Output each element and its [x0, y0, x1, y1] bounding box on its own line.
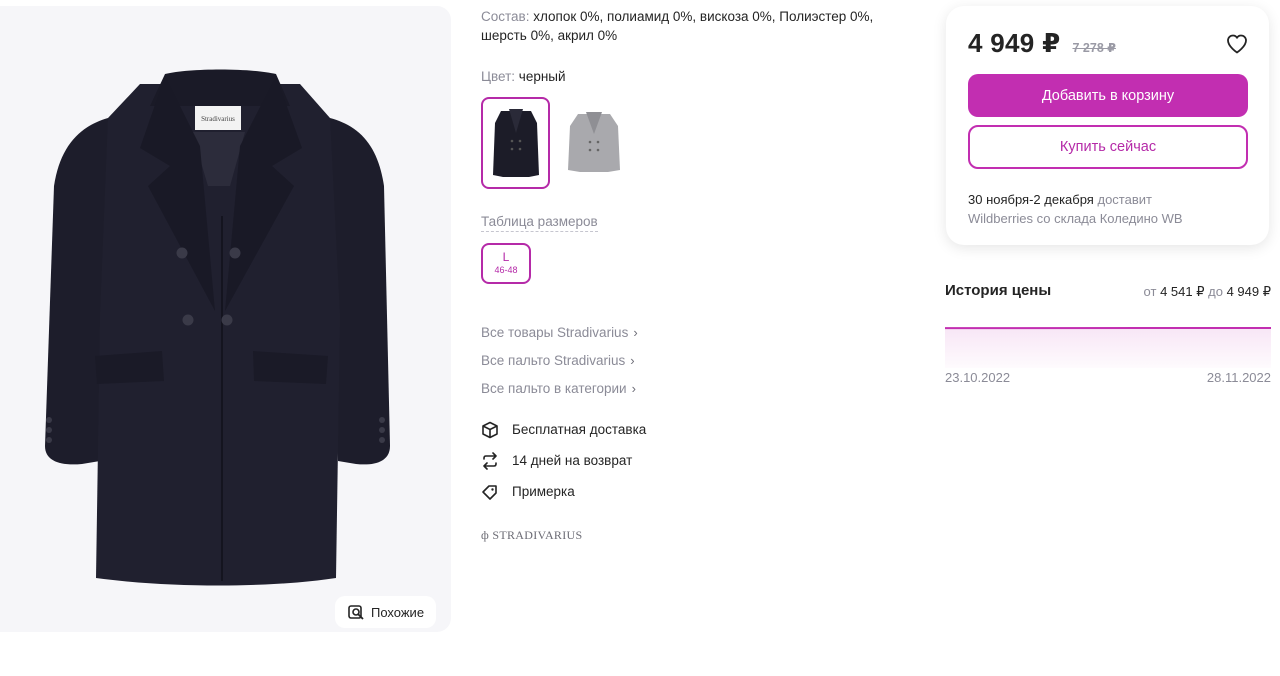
price-row: 4 949 ₽ 7 278 ₽ [968, 28, 1116, 59]
grey-coat-thumbnail [567, 112, 620, 172]
tag-icon [482, 484, 497, 500]
size-label: L [502, 250, 510, 264]
brand-mark-icon: ф [481, 528, 490, 542]
composition-value: хлопок 0%, полиамид 0%, вискоза 0%, Поли… [481, 9, 874, 43]
composition-label: Состав: [481, 9, 530, 24]
box-icon [482, 421, 498, 438]
price-card: 4 949 ₽ 7 278 ₽ Добавить в корзину Купит… [946, 6, 1269, 245]
chevron-right-icon: › [631, 380, 636, 396]
price-history-chart[interactable] [945, 320, 1271, 368]
feature-label: Примерка [512, 484, 575, 499]
color-value: черный [518, 69, 566, 84]
link-label: Все пальто в категории [481, 380, 627, 396]
brand-links: Все товары Stradivarius › Все пальто Str… [481, 318, 638, 402]
product-gallery[interactable]: Stradivarius Похожие [0, 6, 451, 632]
similar-button[interactable]: Похожие [335, 596, 437, 628]
link-label: Все товары Stradivarius [481, 324, 629, 340]
feature-fitting: Примерка [481, 476, 646, 507]
brand-logo[interactable]: ф STRADIVARIUS [481, 528, 582, 543]
link-all-category-coats[interactable]: Все пальто в категории › [481, 374, 638, 402]
color-line: Цвет: черный [481, 69, 566, 84]
features-list: Бесплатная доставка 14 дней на возврат П… [481, 414, 646, 507]
color-swatch-black[interactable] [481, 97, 550, 189]
range-to-label: до [1208, 284, 1223, 299]
range-to-value: 4 949 ₽ [1226, 284, 1271, 299]
old-price: 7 278 ₽ [1072, 41, 1116, 55]
similar-search-icon [348, 605, 364, 620]
heart-icon[interactable] [1225, 32, 1249, 56]
range-from-value: 4 541 ₽ [1160, 284, 1205, 299]
chevron-right-icon: › [630, 352, 635, 368]
chevron-right-icon: › [633, 324, 638, 340]
buy-now-button[interactable]: Купить сейчас [968, 125, 1248, 169]
delivery-text: доставит [1097, 192, 1152, 207]
delivery-date: 30 ноября-2 декабря [968, 192, 1094, 207]
size-table-link[interactable]: Таблица размеров [481, 214, 598, 232]
feature-free-delivery: Бесплатная доставка [481, 414, 646, 445]
color-swatch-grey[interactable] [559, 97, 628, 189]
return-arrows-icon [483, 451, 497, 470]
history-end-date: 28.11.2022 [1206, 370, 1271, 385]
link-all-brand-coats[interactable]: Все пальто Stradivarius › [481, 346, 638, 374]
delivery-source: Wildberries со склада Коледино WB [968, 211, 1183, 226]
price-history-range: от 4 541 ₽ до 4 949 ₽ [1144, 284, 1271, 300]
history-start-date: 23.10.2022 [945, 370, 1011, 385]
composition: Состав: хлопок 0%, полиамид 0%, вискоза … [481, 7, 921, 45]
similar-label: Похожие [371, 604, 425, 620]
feature-label: 14 дней на возврат [512, 453, 633, 468]
black-coat-thumbnail [492, 109, 539, 177]
brand-logo-text: STRADIVARIUS [492, 528, 583, 542]
link-all-brand-items[interactable]: Все товары Stradivarius › [481, 318, 638, 346]
color-label: Цвет: [481, 69, 516, 84]
current-price: 4 949 ₽ [968, 28, 1061, 58]
size-option-l[interactable]: L 46-48 [481, 243, 531, 284]
link-label: Все пальто Stradivarius [481, 352, 626, 368]
add-to-cart-button[interactable]: Добавить в корзину [968, 74, 1248, 117]
range-from-label: от [1143, 284, 1157, 299]
feature-label: Бесплатная доставка [512, 422, 647, 437]
size-ru: 46-48 [494, 265, 518, 275]
delivery-info: 30 ноября-2 декабря доставит Wildberries… [968, 190, 1258, 228]
price-history-area [945, 328, 1271, 368]
product-image[interactable]: Stradivarius [40, 66, 400, 591]
feature-return: 14 дней на возврат [481, 445, 646, 476]
coat-label: Stradivarius [201, 115, 235, 123]
price-history-title: История цены [945, 282, 1052, 299]
